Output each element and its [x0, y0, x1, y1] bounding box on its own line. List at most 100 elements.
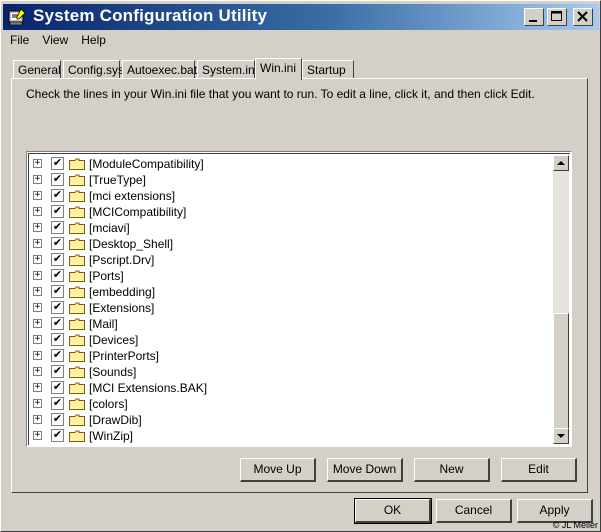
checkmark-icon[interactable]: ✔ [51, 285, 64, 298]
list-rows: + ✔ [ModuleCompatibility] + ✔ [TrueType]… [28, 153, 570, 445]
title-bar[interactable]: System Configuration Utility [3, 4, 599, 30]
folder-icon [69, 398, 85, 410]
maximize-button[interactable] [547, 8, 567, 26]
list-item[interactable]: + ✔ [ModuleCompatibility] [33, 156, 553, 172]
checkmark-icon[interactable]: ✔ [51, 365, 64, 378]
list-item[interactable]: + ✔ [WinZip] [33, 428, 553, 444]
list-item[interactable]: + ✔ [embedding] [33, 284, 553, 300]
folder-icon [69, 302, 85, 314]
ok-button[interactable]: OK [354, 498, 432, 524]
checkmark-icon[interactable]: ✔ [51, 253, 64, 266]
tab-autoexec-bat[interactable]: Autoexec.bat [122, 60, 197, 78]
list-item[interactable]: + ✔ [MCICompatibility] [33, 204, 553, 220]
list-item[interactable]: + ✔ [mci extensions] [33, 188, 553, 204]
checkmark-icon[interactable]: ✔ [51, 381, 64, 394]
folder-icon [69, 334, 85, 346]
list-item[interactable]: + ✔ [Sounds] [33, 364, 553, 380]
tab-general-label: General [18, 63, 61, 77]
checkmark-icon[interactable]: ✔ [51, 189, 64, 202]
plus-expander-icon[interactable]: + [33, 271, 42, 280]
list-item[interactable]: + ✔ [MCI Extensions.BAK] [33, 380, 553, 396]
plus-expander-icon[interactable]: + [33, 239, 42, 248]
list-item[interactable]: + ✔ [Desktop_Shell] [33, 236, 553, 252]
tab-general[interactable]: General [13, 60, 61, 78]
win-ini-panel: Check the lines in your Win.ini file tha… [11, 78, 588, 493]
list-item[interactable]: + ✔ [Extensions] [33, 300, 553, 316]
arrow-up-icon [557, 161, 565, 165]
checkmark-icon[interactable]: ✔ [51, 429, 64, 442]
plus-expander-icon[interactable]: + [33, 383, 42, 392]
tab-system-ini[interactable]: System.ini [197, 60, 258, 78]
checkmark-icon[interactable]: ✔ [51, 349, 64, 362]
checkmark-icon[interactable]: ✔ [51, 333, 64, 346]
folder-icon [69, 254, 85, 266]
new-button[interactable]: New [414, 458, 490, 482]
list-item-label: [Ports] [89, 269, 124, 283]
list-item[interactable]: + ✔ [mciavi] [33, 220, 553, 236]
plus-expander-icon[interactable]: + [33, 255, 42, 264]
list-item-label: [Mail] [89, 317, 118, 331]
list-item-label: [mciavi] [89, 221, 130, 235]
menu-file[interactable]: File [5, 32, 34, 48]
folder-icon [69, 190, 85, 202]
plus-expander-icon[interactable]: + [33, 175, 42, 184]
win-ini-section-list[interactable]: + ✔ [ModuleCompatibility] + ✔ [TrueType]… [26, 151, 572, 447]
folder-icon [69, 382, 85, 394]
list-item[interactable]: + ✔ [Pscript.Drv] [33, 252, 553, 268]
folder-icon [69, 238, 85, 250]
plus-expander-icon[interactable]: + [33, 207, 42, 216]
checkmark-icon[interactable]: ✔ [51, 301, 64, 314]
list-item[interactable]: + ✔ [Mail] [33, 316, 553, 332]
move-up-button[interactable]: Move Up [240, 458, 316, 482]
move-down-button[interactable]: Move Down [327, 458, 403, 482]
list-item[interactable]: + ✔ [colors] [33, 396, 553, 412]
checkmark-icon[interactable]: ✔ [51, 269, 64, 282]
checkmark-icon[interactable]: ✔ [51, 397, 64, 410]
system-config-app-icon [8, 8, 26, 26]
list-item[interactable]: + ✔ [Ports] [33, 268, 553, 284]
close-button[interactable] [573, 8, 593, 26]
cancel-button[interactable]: Cancel [436, 499, 512, 523]
menu-help[interactable]: Help [76, 32, 111, 48]
checkmark-icon[interactable]: ✔ [51, 173, 64, 186]
checkmark-icon[interactable]: ✔ [51, 205, 64, 218]
minimize-button[interactable] [524, 8, 544, 26]
menu-view[interactable]: View [37, 32, 73, 48]
copyright-watermark: © JL Meller [552, 520, 598, 530]
plus-expander-icon[interactable]: + [33, 303, 42, 312]
plus-expander-icon[interactable]: + [33, 191, 42, 200]
plus-expander-icon[interactable]: + [33, 415, 42, 424]
scroll-up-button[interactable] [553, 155, 569, 171]
plus-expander-icon[interactable]: + [33, 431, 42, 440]
tab-win-ini[interactable]: Win.ini [255, 58, 302, 80]
vertical-scrollbar[interactable] [553, 155, 569, 444]
list-item[interactable]: + ✔ [TrueType] [33, 172, 553, 188]
plus-expander-icon[interactable]: + [33, 159, 42, 168]
list-item[interactable]: + ✔ [Devices] [33, 332, 553, 348]
tab-system-ini-label: System.ini [202, 63, 258, 77]
plus-expander-icon[interactable]: + [33, 367, 42, 376]
checkmark-icon[interactable]: ✔ [51, 157, 64, 170]
list-item-label: [DrawDib] [89, 413, 142, 427]
tab-config-sys[interactable]: Config.sys [63, 60, 124, 78]
plus-expander-icon[interactable]: + [33, 399, 42, 408]
plus-expander-icon[interactable]: + [33, 335, 42, 344]
checkmark-icon[interactable]: ✔ [51, 317, 64, 330]
tab-startup[interactable]: Startup [302, 60, 354, 78]
plus-expander-icon[interactable]: + [33, 287, 42, 296]
folder-icon [69, 350, 85, 362]
scroll-down-button[interactable] [553, 428, 569, 444]
edit-button[interactable]: Edit [501, 458, 577, 482]
plus-expander-icon[interactable]: + [33, 319, 42, 328]
menu-bar: File View Help [5, 32, 111, 50]
scroll-thumb[interactable] [553, 313, 569, 431]
plus-expander-icon[interactable]: + [33, 223, 42, 232]
plus-expander-icon[interactable]: + [33, 351, 42, 360]
checkmark-icon[interactable]: ✔ [51, 221, 64, 234]
checkmark-icon[interactable]: ✔ [51, 237, 64, 250]
list-item-label: [mci extensions] [89, 189, 176, 203]
list-item[interactable]: + ✔ [DrawDib] [33, 412, 553, 428]
list-item[interactable]: + ✔ [PrinterPorts] [33, 348, 553, 364]
list-item-label: [Desktop_Shell] [89, 237, 174, 251]
checkmark-icon[interactable]: ✔ [51, 413, 64, 426]
